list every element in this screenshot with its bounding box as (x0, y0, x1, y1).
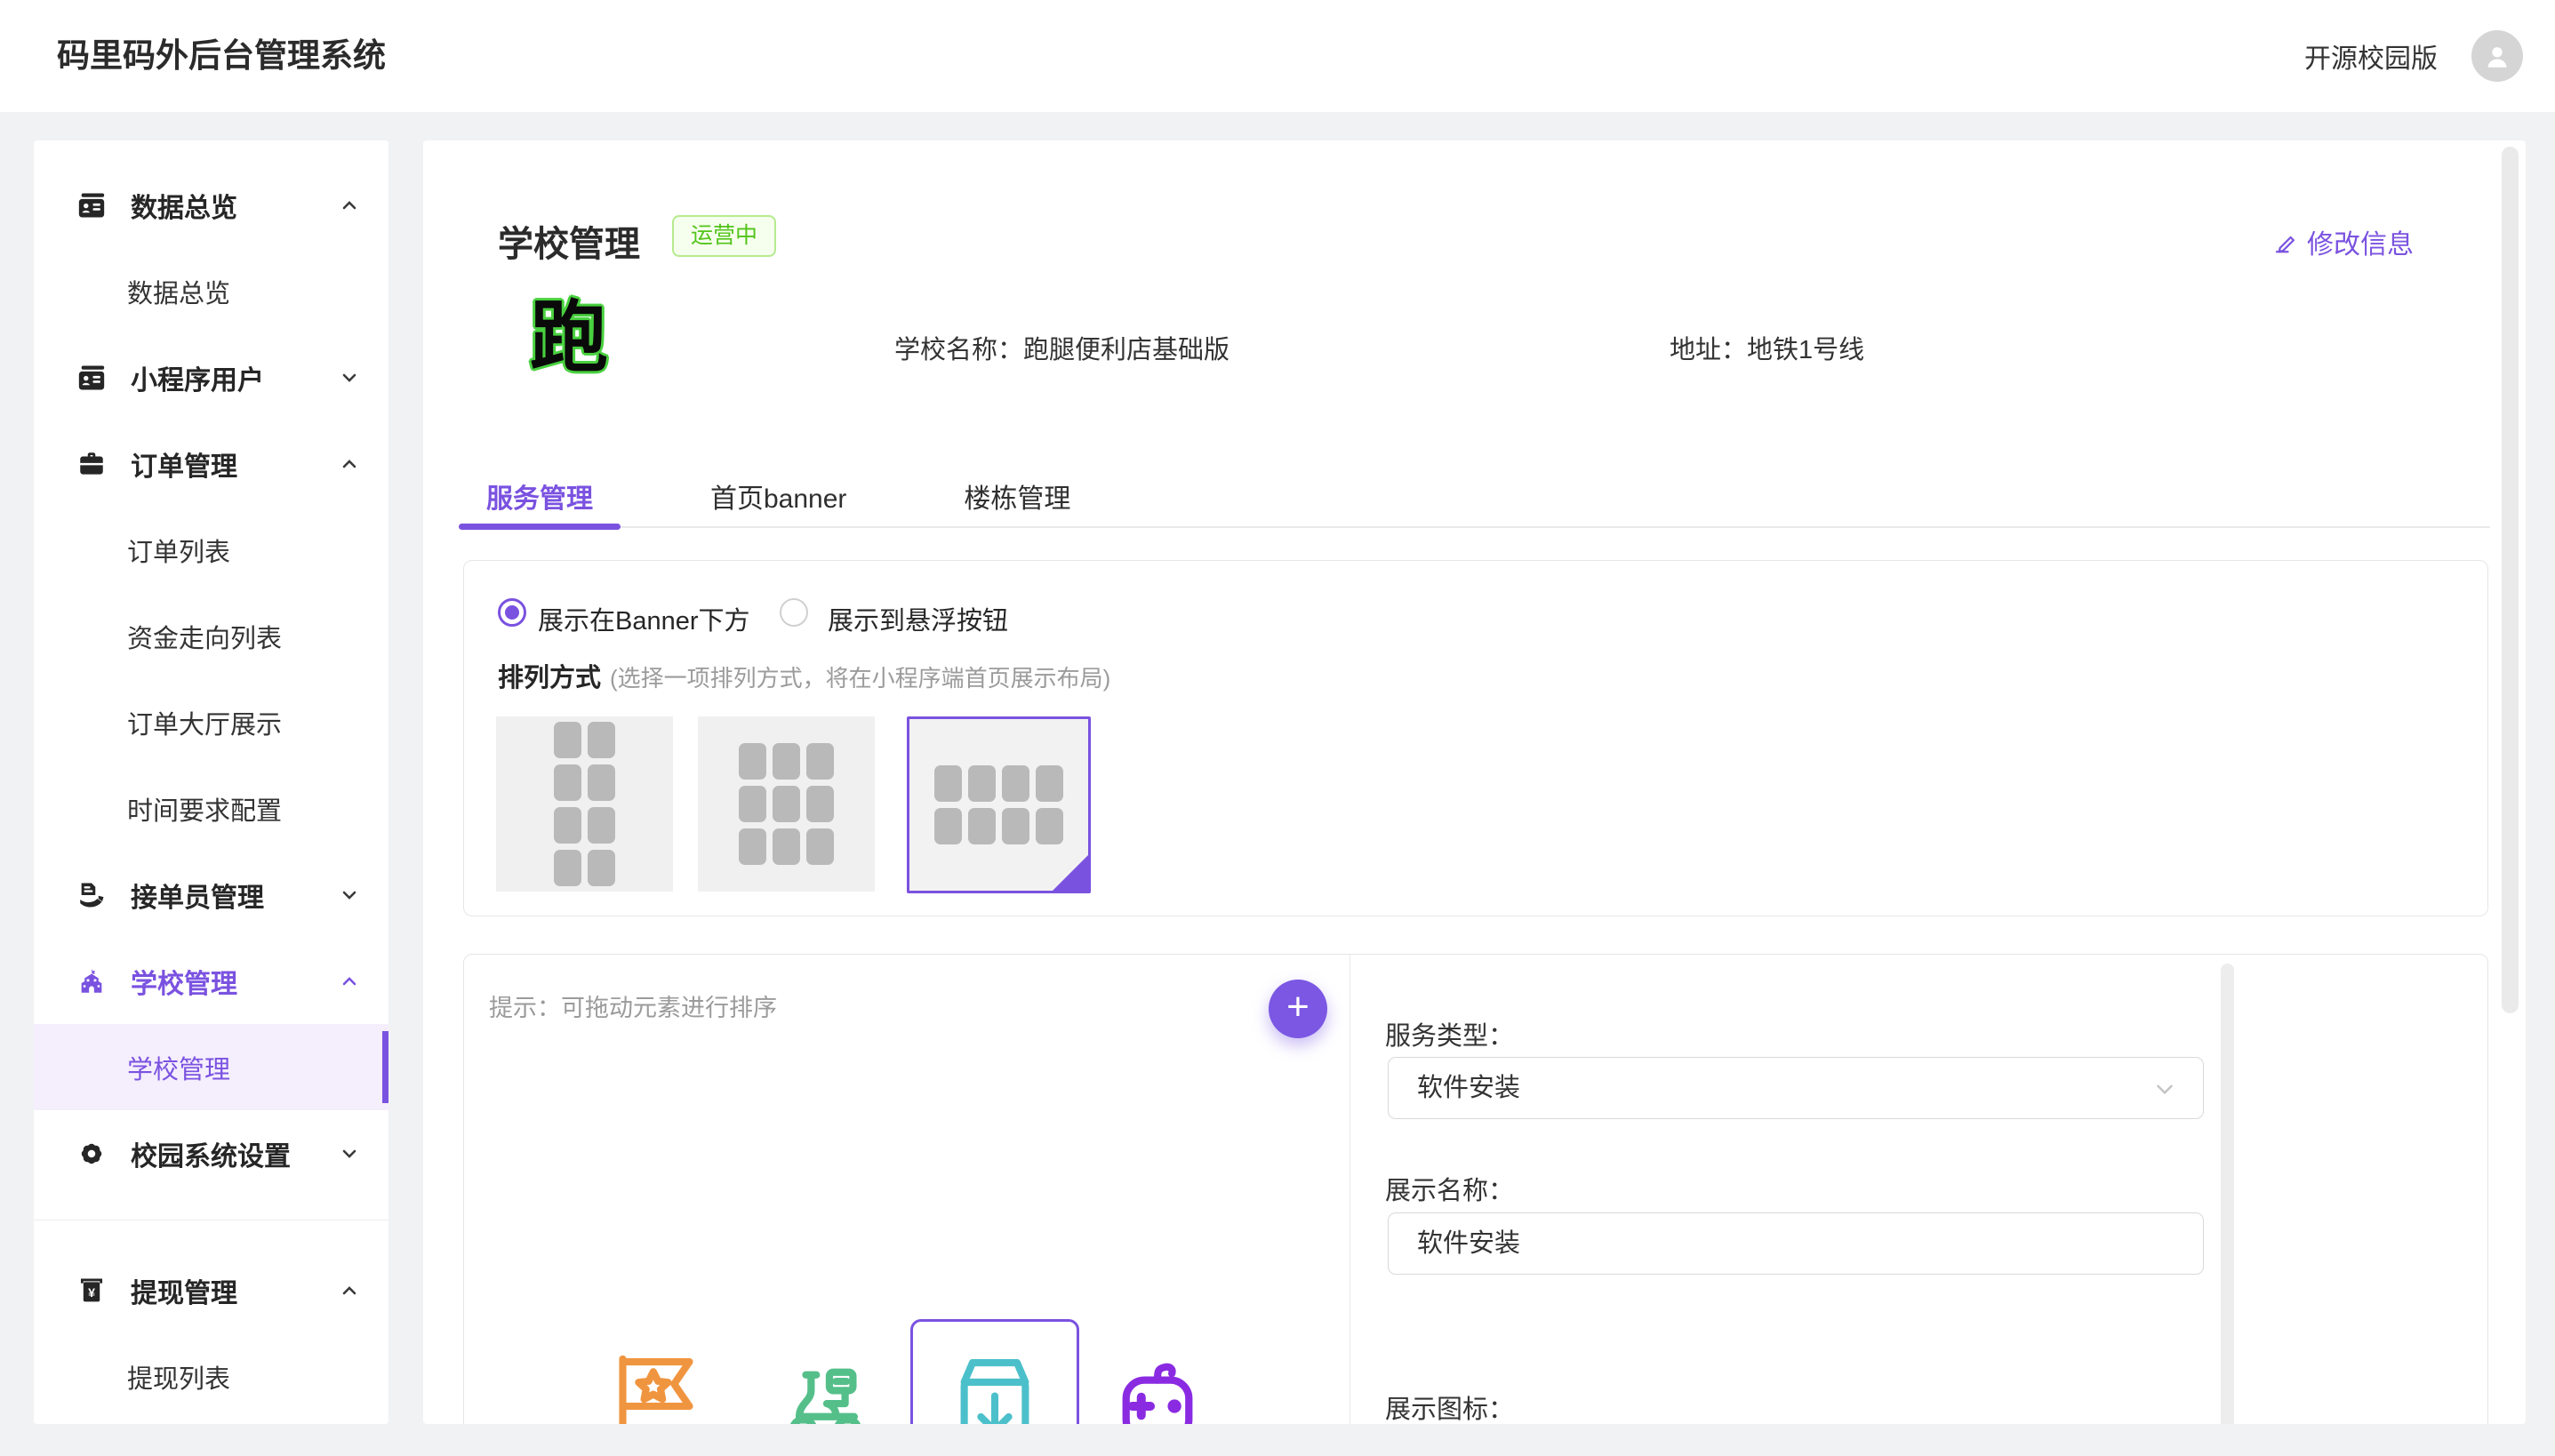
sidebar-item-label: 订单列表 (127, 532, 230, 569)
pencil-icon (2272, 228, 2299, 255)
sidebar-item-label: 时间要求配置 (127, 790, 282, 828)
flag-icon[interactable] (612, 1353, 701, 1424)
sidebar-item-school-management[interactable]: 学校管理 (34, 938, 388, 1024)
arrange-mode-label: 排列方式 (498, 664, 601, 692)
sidebar-item-label: 订单大厅展示 (127, 704, 282, 741)
briefcase-icon (76, 449, 107, 479)
sidebar-item-school-management-sub[interactable]: 学校管理 (34, 1024, 388, 1110)
courier-icon (76, 880, 107, 910)
sidebar-item-order-management[interactable]: 订单管理 (34, 420, 388, 507)
school-address: 地址：地铁1号线 (1670, 329, 1864, 366)
chevron-down-icon (339, 1143, 360, 1164)
status-badge: 运营中 (672, 215, 776, 257)
drag-hint: 提示：可拖动元素进行排序 (489, 988, 777, 1023)
scooter-icon[interactable] (782, 1353, 871, 1424)
service-type-select[interactable]: 软件安装 (1388, 1057, 2204, 1119)
sidebar-item-data-overview-sub[interactable]: 数据总览 (34, 248, 388, 334)
app-title: 码里码外后台管理系统 (57, 0, 386, 112)
main-content-card: 学校管理 运营中 修改信息 跑 学校名称：跑腿便利店基础版 地址：地铁1号线 服… (423, 140, 2526, 1424)
display-name-label: 展示名称： (1385, 1170, 1514, 1207)
sidebar-item-data-overview[interactable]: 数据总览 (34, 162, 388, 248)
selected-service-card[interactable] (910, 1319, 1079, 1424)
sidebar-item-label: 提现列表 (127, 1358, 230, 1396)
chevron-up-icon (339, 453, 360, 475)
sidebar-item-label: 学校管理 (131, 962, 237, 1001)
tab-building-management[interactable]: 楼栋管理 (936, 475, 1098, 526)
radio-banner-below[interactable] (498, 598, 526, 627)
chevron-up-icon (339, 195, 360, 216)
sidebar-item-label: 订单管理 (131, 444, 237, 484)
sidebar-item-label: 资金走向列表 (127, 618, 282, 655)
display-settings-panel: 展示在Banner下方 展示到悬浮按钮 排列方式 (选择一项排列方式，将在小程序端… (463, 560, 2488, 916)
display-name-input[interactable]: 软件安装 (1388, 1212, 2204, 1275)
sidebar-item-order-hall-display[interactable]: 订单大厅展示 (34, 679, 388, 765)
radio-floating-button-label: 展示到悬浮按钮 (828, 600, 1008, 637)
tab-service-management[interactable]: 服务管理 (459, 475, 621, 526)
chevron-up-icon (339, 1280, 360, 1301)
sidebar-item-withdraw-management[interactable]: ¥ 提现管理 (34, 1247, 388, 1333)
layout-option-2col[interactable] (496, 716, 673, 892)
chevron-down-icon (339, 367, 360, 388)
sidebar-item-label: 小程序用户 (131, 358, 264, 397)
layout-option-4col-selected[interactable] (907, 716, 1091, 893)
sidebar-item-courier-management[interactable]: 接单员管理 (34, 852, 388, 938)
sidebar-item-fund-flow-list[interactable]: 资金走向列表 (34, 593, 388, 679)
school-icon (76, 966, 107, 996)
sidebar: 数据总览 数据总览 小程序用户 订单管理 订单列表 资金走向列表 订单大厅展示 … (34, 140, 388, 1424)
game-controller-icon[interactable] (1113, 1353, 1202, 1424)
edition-label: 开源校园版 (2304, 36, 2438, 76)
sidebar-item-withdraw-list[interactable]: 提现列表 (34, 1333, 388, 1420)
user-avatar[interactable] (2471, 30, 2523, 82)
mini-program-users-icon (76, 363, 107, 393)
layout-option-3col[interactable] (698, 716, 875, 892)
service-sort-panel: 提示：可拖动元素进行排序 + 服务类型： 软件安装 展示名称： 软件安装 (463, 954, 2488, 1424)
layout-preview-grid (739, 743, 834, 865)
edit-info-link[interactable]: 修改信息 (2272, 222, 2414, 261)
service-type-value: 软件安装 (1417, 1074, 1520, 1102)
chevron-up-icon (339, 971, 360, 992)
arrange-mode-note: (选择一项排列方式，将在小程序端首页展示布局) (610, 665, 1110, 692)
sidebar-item-label: 学校管理 (127, 1049, 230, 1086)
radio-banner-below-label: 展示在Banner下方 (538, 600, 750, 637)
radio-floating-button[interactable] (780, 598, 808, 627)
main-card-scrollbar[interactable] (2502, 147, 2519, 1013)
service-type-label: 服务类型： (1385, 1015, 1514, 1052)
sidebar-item-miniprogram-users[interactable]: 小程序用户 (34, 334, 388, 420)
person-icon (2482, 41, 2512, 71)
display-icon-label: 展示图标： (1385, 1388, 1514, 1424)
school-logo: 跑 (525, 293, 613, 382)
sidebar-item-campus-system-settings[interactable]: 校园系统设置 (34, 1110, 388, 1196)
chevron-down-icon (339, 884, 360, 906)
sidebar-item-label: 校园系统设置 (131, 1134, 291, 1173)
sidebar-item-label: 接单员管理 (131, 876, 264, 915)
tab-home-banner[interactable]: 首页banner (683, 475, 874, 526)
sidebar-item-time-requirement-config[interactable]: 时间要求配置 (34, 765, 388, 852)
page-title: 学校管理 (498, 215, 640, 267)
withdraw-icon: ¥ (76, 1276, 107, 1306)
arrange-mode-row: 排列方式 (选择一项排列方式，将在小程序端首页展示布局) (498, 657, 1110, 694)
gear-icon (76, 1139, 107, 1169)
sidebar-item-label: 数据总览 (127, 273, 230, 310)
sidebar-item-label: 数据总览 (131, 186, 237, 225)
layout-preview-grid (554, 722, 615, 886)
app-header: 码里码外后台管理系统 开源校园版 (0, 0, 2555, 112)
layout-preview-grid (934, 765, 1063, 844)
display-name-value: 软件安装 (1417, 1229, 1520, 1258)
svg-text:¥: ¥ (88, 1285, 95, 1300)
tab-bar: 服务管理 首页banner 楼栋管理 (459, 475, 2490, 528)
school-name: 学校名称：跑腿便利店基础版 (894, 329, 1229, 366)
add-service-button[interactable]: + (1269, 980, 1327, 1038)
data-overview-icon (76, 190, 107, 220)
chevron-down-icon (2153, 1077, 2176, 1100)
edit-info-label: 修改信息 (2307, 222, 2414, 261)
sidebar-item-order-list[interactable]: 订单列表 (34, 507, 388, 593)
sidebar-item-label: 提现管理 (131, 1271, 237, 1310)
install-box-icon (950, 1354, 1039, 1424)
form-scrollbar[interactable] (2221, 964, 2234, 1424)
